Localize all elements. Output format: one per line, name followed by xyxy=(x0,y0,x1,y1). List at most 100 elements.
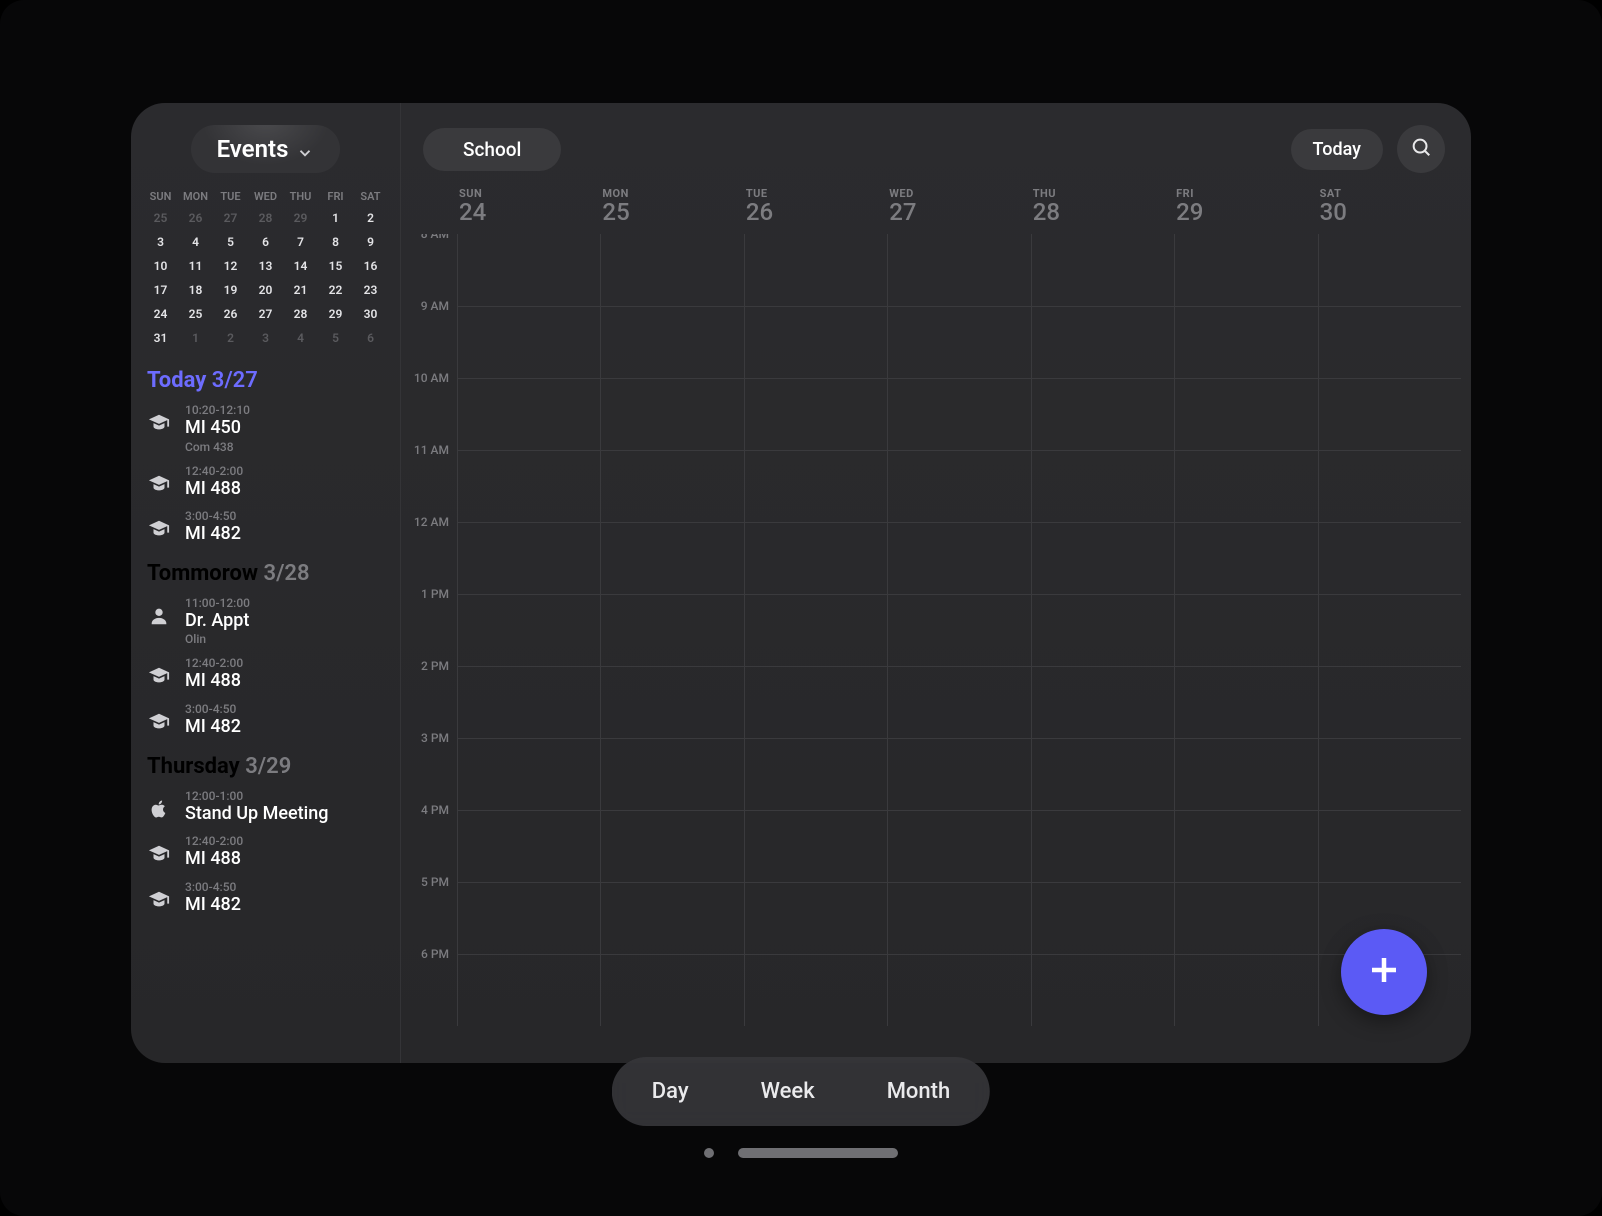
week-day-header[interactable]: SUN24 xyxy=(457,187,600,234)
time-slot[interactable] xyxy=(744,810,887,882)
time-slot[interactable] xyxy=(1174,738,1317,810)
view-option-week[interactable]: Week xyxy=(727,1063,849,1120)
time-slot[interactable] xyxy=(600,378,743,450)
mini-day[interactable]: 8 xyxy=(318,230,353,254)
mini-day[interactable]: 25 xyxy=(178,302,213,326)
mini-day[interactable]: 9 xyxy=(353,230,388,254)
agenda-event[interactable]: 12:40-2:00MI 488 xyxy=(147,830,384,876)
time-slot[interactable] xyxy=(1031,594,1174,666)
mini-day[interactable]: 29 xyxy=(318,302,353,326)
mini-day[interactable]: 18 xyxy=(178,278,213,302)
time-slot[interactable] xyxy=(457,522,600,594)
agenda-list[interactable]: Today 3/2710:20-12:10MI 450Com 43812:40-… xyxy=(131,358,400,1063)
mini-day[interactable]: 22 xyxy=(318,278,353,302)
add-event-button[interactable] xyxy=(1341,929,1427,1015)
time-slot[interactable] xyxy=(457,378,600,450)
time-slot[interactable] xyxy=(1318,738,1461,810)
time-slot[interactable] xyxy=(887,954,1030,1026)
week-day-header[interactable]: THU28 xyxy=(1031,187,1174,234)
time-slot[interactable] xyxy=(1031,810,1174,882)
time-slot[interactable] xyxy=(1031,306,1174,378)
time-slot[interactable] xyxy=(600,666,743,738)
mini-day[interactable]: 25 xyxy=(143,206,178,230)
time-slot[interactable] xyxy=(1318,666,1461,738)
time-slot[interactable] xyxy=(1174,234,1317,306)
agenda-event[interactable]: 11:00-12:00Dr. ApptOlin xyxy=(147,592,384,653)
time-slot[interactable] xyxy=(744,954,887,1026)
time-slot[interactable] xyxy=(457,234,600,306)
mini-day[interactable]: 26 xyxy=(213,302,248,326)
calendar-filter-chip[interactable]: School xyxy=(423,128,561,171)
view-option-day[interactable]: Day xyxy=(618,1063,723,1120)
mini-day[interactable]: 31 xyxy=(143,326,178,350)
mini-day[interactable]: 10 xyxy=(143,254,178,278)
agenda-event[interactable]: 3:00-4:50MI 482 xyxy=(147,876,384,922)
mini-day[interactable]: 15 xyxy=(318,254,353,278)
view-option-month[interactable]: Month xyxy=(853,1063,985,1120)
mini-day[interactable]: 28 xyxy=(248,206,283,230)
time-slot[interactable] xyxy=(744,522,887,594)
mini-day[interactable]: 16 xyxy=(353,254,388,278)
time-slot[interactable] xyxy=(1318,594,1461,666)
agenda-event[interactable]: 3:00-4:50MI 482 xyxy=(147,698,384,744)
time-slot[interactable] xyxy=(1318,378,1461,450)
mini-day[interactable]: 30 xyxy=(353,302,388,326)
time-slot[interactable] xyxy=(1031,954,1174,1026)
time-slot[interactable] xyxy=(1174,882,1317,954)
time-slot[interactable] xyxy=(887,234,1030,306)
time-slot[interactable] xyxy=(1031,666,1174,738)
time-slot[interactable] xyxy=(887,738,1030,810)
time-slot[interactable] xyxy=(887,666,1030,738)
time-slot[interactable] xyxy=(1174,954,1317,1026)
time-slot[interactable] xyxy=(457,306,600,378)
mini-day[interactable]: 5 xyxy=(213,230,248,254)
agenda-event[interactable]: 12:00-1:00Stand Up Meeting xyxy=(147,785,384,831)
mini-day[interactable]: 6 xyxy=(353,326,388,350)
mini-day[interactable]: 14 xyxy=(283,254,318,278)
mini-day[interactable]: 20 xyxy=(248,278,283,302)
week-day-header[interactable]: TUE26 xyxy=(744,187,887,234)
time-slot[interactable] xyxy=(744,738,887,810)
time-slot[interactable] xyxy=(600,522,743,594)
time-slot[interactable] xyxy=(1318,234,1461,306)
time-slot[interactable] xyxy=(744,882,887,954)
time-slot[interactable] xyxy=(457,666,600,738)
time-slot[interactable] xyxy=(1318,450,1461,522)
time-slot[interactable] xyxy=(1174,378,1317,450)
time-slot[interactable] xyxy=(1318,522,1461,594)
mini-day[interactable]: 11 xyxy=(178,254,213,278)
mini-day[interactable]: 23 xyxy=(353,278,388,302)
mini-day[interactable]: 13 xyxy=(248,254,283,278)
time-slot[interactable] xyxy=(600,738,743,810)
time-slot[interactable] xyxy=(1031,738,1174,810)
time-slot[interactable] xyxy=(457,954,600,1026)
time-slot[interactable] xyxy=(887,450,1030,522)
time-slot[interactable] xyxy=(744,594,887,666)
mini-day[interactable]: 21 xyxy=(283,278,318,302)
mini-day[interactable]: 26 xyxy=(178,206,213,230)
agenda-event[interactable]: 12:40-2:00MI 488 xyxy=(147,652,384,698)
mini-day[interactable]: 4 xyxy=(283,326,318,350)
time-slot[interactable] xyxy=(1174,666,1317,738)
time-slot[interactable] xyxy=(744,234,887,306)
time-slot[interactable] xyxy=(457,810,600,882)
time-slot[interactable] xyxy=(600,450,743,522)
mini-day[interactable]: 17 xyxy=(143,278,178,302)
mini-day[interactable]: 19 xyxy=(213,278,248,302)
mini-day[interactable]: 2 xyxy=(213,326,248,350)
mini-day[interactable]: 2 xyxy=(353,206,388,230)
mini-day[interactable]: 7 xyxy=(283,230,318,254)
time-slot[interactable] xyxy=(1031,450,1174,522)
time-slot[interactable] xyxy=(1031,522,1174,594)
time-slot[interactable] xyxy=(457,738,600,810)
time-slot[interactable] xyxy=(600,234,743,306)
mini-day[interactable]: 5 xyxy=(318,326,353,350)
mini-day[interactable]: 27 xyxy=(248,302,283,326)
week-day-header[interactable]: FRI29 xyxy=(1174,187,1317,234)
time-slot[interactable] xyxy=(1318,810,1461,882)
week-day-header[interactable]: SAT30 xyxy=(1318,187,1461,234)
mini-day[interactable]: 12 xyxy=(213,254,248,278)
time-slot[interactable] xyxy=(1174,306,1317,378)
time-slot[interactable] xyxy=(1031,234,1174,306)
time-slot[interactable] xyxy=(744,306,887,378)
